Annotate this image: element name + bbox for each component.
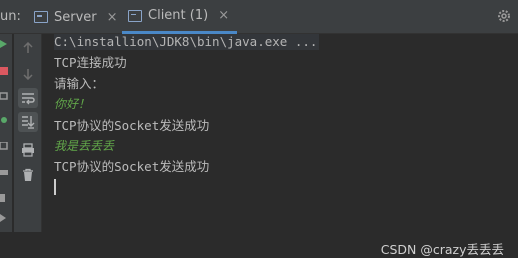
watermark: CSDN @crazy丢丢丢 bbox=[380, 242, 504, 257]
tab-server-label: Server bbox=[54, 9, 97, 25]
pin-icon[interactable] bbox=[0, 214, 8, 222]
tab-client[interactable]: Client (1) × bbox=[122, 0, 238, 34]
scroll-down-button[interactable] bbox=[18, 64, 38, 84]
soft-wrap-icon bbox=[22, 93, 35, 105]
scroll-to-end-button[interactable] bbox=[18, 112, 38, 132]
console-line: TCP连接成功 bbox=[54, 55, 127, 70]
rerun-icon[interactable] bbox=[0, 40, 8, 48]
soft-wrap-button[interactable] bbox=[18, 88, 38, 108]
run-side-toolbar bbox=[0, 34, 12, 232]
console-line: TCP协议的Socket发送成功 bbox=[54, 159, 210, 174]
close-icon[interactable]: × bbox=[107, 10, 118, 25]
restore-layout-icon[interactable] bbox=[0, 92, 8, 100]
print-icon bbox=[22, 143, 34, 157]
debug-icon[interactable] bbox=[0, 116, 8, 124]
console-tab-icon bbox=[128, 9, 142, 22]
run-tool-window-header: un: Server × Client (1) × bbox=[0, 0, 518, 34]
camera-icon[interactable] bbox=[0, 168, 8, 176]
text-caret bbox=[54, 179, 56, 195]
exit-icon[interactable] bbox=[0, 194, 8, 202]
gear-icon[interactable] bbox=[496, 8, 512, 24]
console-line: 请输入： bbox=[54, 76, 105, 91]
clear-all-button[interactable] bbox=[18, 165, 38, 185]
console-line-command: C:\installion\JDK8\bin\java.exe ... bbox=[54, 34, 320, 50]
window-icon[interactable] bbox=[0, 142, 8, 150]
console-output[interactable]: C:\installion\JDK8\bin\java.exe ... TCP连… bbox=[42, 34, 518, 257]
arrow-up-icon bbox=[23, 42, 33, 53]
console-toolbar bbox=[14, 34, 42, 232]
console-line-user-input: 你好！ bbox=[54, 97, 91, 111]
console-tab-icon bbox=[34, 11, 48, 23]
stop-icon[interactable] bbox=[0, 67, 8, 75]
trash-icon bbox=[23, 168, 33, 181]
scroll-to-end-icon bbox=[22, 116, 35, 129]
scroll-up-button[interactable] bbox=[18, 38, 38, 58]
console-line-user-input: 我是丢丢丢 bbox=[54, 139, 115, 153]
tab-client-label: Client (1) bbox=[148, 8, 209, 23]
console-line: TCP协议的Socket发送成功 bbox=[54, 118, 210, 133]
tab-server[interactable]: Server × bbox=[28, 0, 126, 34]
arrow-down-icon bbox=[23, 69, 33, 80]
run-label: un: bbox=[0, 9, 21, 24]
close-icon[interactable]: × bbox=[218, 8, 229, 23]
print-button[interactable] bbox=[18, 140, 38, 160]
